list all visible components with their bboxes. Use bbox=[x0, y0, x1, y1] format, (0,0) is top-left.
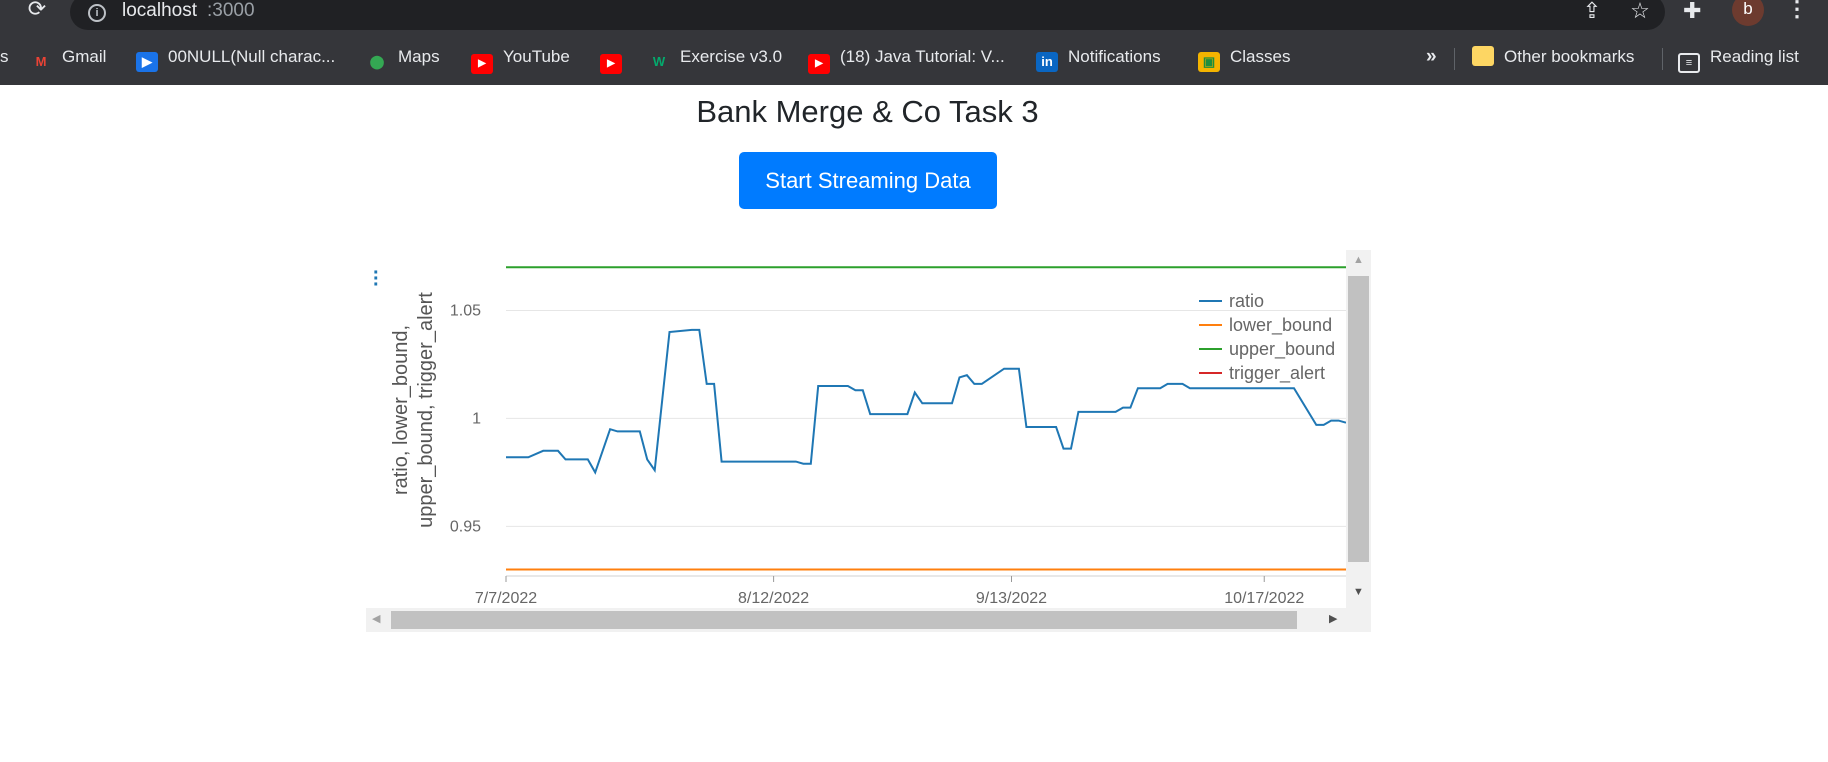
bookmark-label: 00NULL(Null charac... bbox=[168, 47, 336, 66]
bookmark-label: Other bookmarks bbox=[1504, 47, 1635, 66]
youtube-icon: ▶ bbox=[808, 54, 830, 74]
x-tick-label: 7/7/2022 bbox=[475, 590, 537, 607]
url-host: localhost bbox=[122, 0, 197, 21]
series-line-ratio bbox=[506, 328, 1347, 475]
video-play-icon: ▶ bbox=[136, 52, 158, 72]
bookmark-youtube-2[interactable]: ▶ bbox=[600, 46, 632, 74]
scroll-up-arrow-icon[interactable]: ▲ bbox=[1346, 254, 1371, 270]
start-streaming-button[interactable]: Start Streaming Data bbox=[739, 152, 997, 209]
maps-pin-icon: ⬤ bbox=[369, 54, 385, 69]
vertical-scroll-thumb[interactable] bbox=[1348, 276, 1369, 562]
y-tick-label: 0.95 bbox=[450, 518, 481, 535]
bookmark-java-tutorial[interactable]: ▶ (18) Java Tutorial: V... bbox=[808, 46, 1005, 74]
line-chart: 1.05 1 0.95 7/7/2022 8/12/2022 9/13/2022 10/17… bbox=[390, 266, 1347, 607]
bookmarks-divider bbox=[1454, 48, 1455, 70]
bookmark-label: (18) Java Tutorial: V... bbox=[840, 47, 1005, 66]
bookmark-youtube[interactable]: ▶ YouTube bbox=[471, 46, 570, 74]
x-tick-label: 9/13/2022 bbox=[976, 590, 1047, 607]
scroll-right-arrow-icon[interactable]: ▶ bbox=[1329, 612, 1341, 628]
youtube-icon: ▶ bbox=[471, 54, 493, 74]
bookmark-other-folder[interactable]: Other bookmarks bbox=[1472, 46, 1634, 70]
bookmark-label: Classes bbox=[1230, 47, 1291, 66]
reading-list-button[interactable]: ≡ Reading list bbox=[1678, 46, 1799, 73]
y-tick-label: 1.05 bbox=[450, 302, 481, 319]
w3schools-icon: W bbox=[652, 54, 666, 69]
bookmark-label: Notifications bbox=[1068, 47, 1161, 66]
y-tick-label: 1 bbox=[472, 410, 481, 427]
legend-label: trigger_alert bbox=[1229, 363, 1325, 384]
browser-chrome: ⟳ i localhost :3000 ⇪ ☆ ✚ b ⋮ s M Gmail ▶… bbox=[0, 0, 1828, 85]
google-classroom-icon: ▣ bbox=[1198, 52, 1220, 72]
bookmarks-divider bbox=[1662, 48, 1663, 70]
reading-list-label: Reading list bbox=[1710, 47, 1799, 66]
address-bar[interactable]: i localhost :3000 ⇪ ☆ bbox=[70, 0, 1665, 30]
bookmark-gmail[interactable]: M Gmail bbox=[30, 46, 107, 70]
bookmark-maps[interactable]: ⬤ Maps bbox=[366, 46, 440, 70]
site-info-icon[interactable]: i bbox=[88, 4, 106, 22]
share-icon[interactable]: ⇪ bbox=[1578, 0, 1606, 24]
legend-label: lower_bound bbox=[1229, 315, 1332, 336]
horizontal-scrollbar[interactable]: ◀ ▶ bbox=[366, 608, 1371, 632]
chart-panel: · · · 1.05 1 0.95 7/7/2022 8/12/2022 9/13/2022 1… bbox=[366, 250, 1371, 632]
x-tick-label: 8/12/2022 bbox=[738, 590, 809, 607]
folder-icon bbox=[1472, 46, 1494, 66]
bookmark-label: YouTube bbox=[503, 47, 570, 66]
url-port: :3000 bbox=[207, 0, 255, 21]
bookmark-label: Exercise v3.0 bbox=[680, 47, 783, 66]
y-axis-title: upper_bound, trigger_alert bbox=[415, 292, 437, 528]
legend-label: ratio bbox=[1229, 291, 1264, 311]
bookmarks-overflow-button[interactable]: » bbox=[1426, 46, 1437, 70]
x-tick-label: 10/17/2022 bbox=[1224, 590, 1304, 607]
profile-avatar[interactable]: b bbox=[1732, 0, 1764, 26]
bookmark-exercise[interactable]: W Exercise v3.0 bbox=[648, 46, 782, 70]
scroll-down-arrow-icon[interactable]: ▼ bbox=[1346, 586, 1371, 602]
page-title: Bank Merge & Co Task 3 bbox=[696, 94, 1039, 129]
bookmarks-bar: s M Gmail ▶ 00NULL(Null charac... ⬤ Maps ▶ Y… bbox=[0, 38, 1828, 76]
gmail-icon: M bbox=[35, 54, 47, 69]
vertical-scrollbar[interactable]: ▲ ▼ bbox=[1346, 250, 1371, 608]
reading-list-icon: ≡ bbox=[1678, 53, 1700, 73]
youtube-icon: ▶ bbox=[600, 54, 622, 74]
browser-toolbar: ⟳ i localhost :3000 ⇪ ☆ ✚ b ⋮ bbox=[0, 0, 1828, 30]
bookmark-classes[interactable]: ▣ Classes bbox=[1198, 46, 1291, 72]
bookmark-label: Gmail bbox=[62, 47, 107, 66]
extensions-puzzle-icon[interactable]: ✚ bbox=[1683, 0, 1701, 24]
legend-label: upper_bound bbox=[1229, 339, 1335, 360]
horizontal-scroll-thumb[interactable] bbox=[391, 611, 1297, 629]
linkedin-icon: in bbox=[1036, 52, 1058, 72]
browser-menu-icon[interactable]: ⋮ bbox=[1786, 0, 1808, 22]
bookmark-star-icon[interactable]: ☆ bbox=[1626, 0, 1654, 24]
bookmark-item[interactable]: s bbox=[0, 46, 9, 70]
reload-icon[interactable]: ⟳ bbox=[22, 0, 52, 22]
bookmark-notifications[interactable]: in Notifications bbox=[1036, 46, 1161, 72]
scroll-left-arrow-icon[interactable]: ◀ bbox=[372, 612, 384, 628]
bookmark-label: Maps bbox=[398, 47, 440, 66]
y-axis-title: ratio, lower_bound, bbox=[390, 325, 412, 495]
bookmark-00null[interactable]: ▶ 00NULL(Null charac... bbox=[136, 46, 336, 72]
bookmark-label: s bbox=[0, 47, 9, 66]
